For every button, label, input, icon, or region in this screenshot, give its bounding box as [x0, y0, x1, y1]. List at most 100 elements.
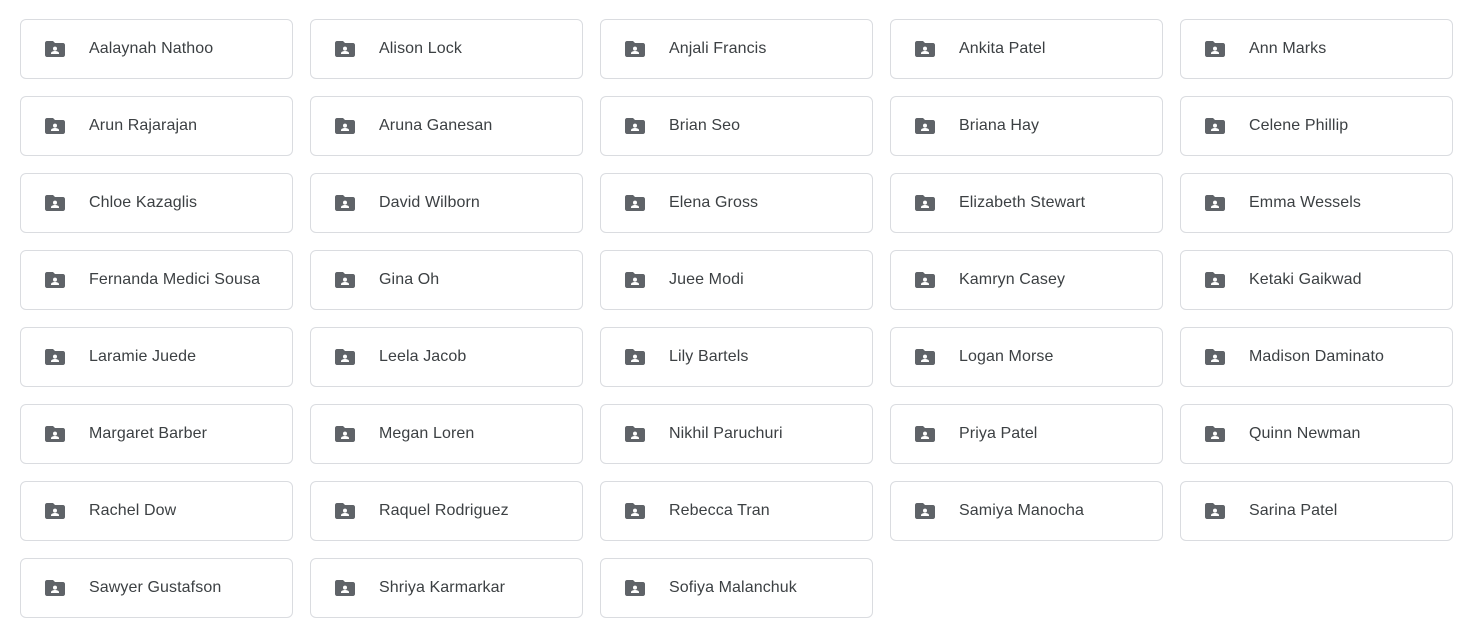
folder-name: Leela Jacob: [379, 348, 467, 365]
folder-card[interactable]: Kamryn Casey: [890, 250, 1163, 310]
folder-card[interactable]: Emma Wessels: [1180, 173, 1453, 233]
folder-name: Gina Oh: [379, 271, 440, 288]
shared-folder-icon: [623, 37, 647, 61]
folder-card[interactable]: Elena Gross: [600, 173, 873, 233]
folder-name: Kamryn Casey: [959, 271, 1066, 288]
folder-name: Aruna Ganesan: [379, 117, 493, 134]
folder-name: Megan Loren: [379, 425, 475, 442]
folder-card[interactable]: Rachel Dow: [20, 481, 293, 541]
folder-card[interactable]: Sawyer Gustafson: [20, 558, 293, 618]
shared-folder-icon: [1203, 422, 1227, 446]
folder-card[interactable]: Aalaynah Nathoo: [20, 19, 293, 79]
folder-name: Fernanda Medici Sousa: [89, 271, 261, 288]
folder-card[interactable]: Megan Loren: [310, 404, 583, 464]
folder-name: Ankita Patel: [959, 40, 1046, 57]
folder-card[interactable]: Brian Seo: [600, 96, 873, 156]
folder-card[interactable]: Briana Hay: [890, 96, 1163, 156]
shared-folder-icon: [1203, 268, 1227, 292]
folder-name: Priya Patel: [959, 425, 1038, 442]
shared-folder-icon: [913, 191, 937, 215]
folder-card[interactable]: Shriya Karmarkar: [310, 558, 583, 618]
shared-folder-icon: [623, 191, 647, 215]
folder-name: Anjali Francis: [669, 40, 767, 57]
folder-name: Lily Bartels: [669, 348, 749, 365]
folder-name: Sawyer Gustafson: [89, 579, 222, 596]
shared-folder-icon: [913, 422, 937, 446]
folder-name: Laramie Juede: [89, 348, 197, 365]
folder-name: Madison Daminato: [1249, 348, 1384, 365]
folder-name: Rebecca Tran: [669, 502, 770, 519]
folder-name: Arun Rajarajan: [89, 117, 198, 134]
folder-card[interactable]: Ketaki Gaikwad: [1180, 250, 1453, 310]
folder-card[interactable]: Sofiya Malanchuk: [600, 558, 873, 618]
shared-folder-icon: [623, 576, 647, 600]
folder-card[interactable]: Elizabeth Stewart: [890, 173, 1163, 233]
shared-folder-icon: [913, 37, 937, 61]
folder-name: Quinn Newman: [1249, 425, 1361, 442]
folder-card[interactable]: Ann Marks: [1180, 19, 1453, 79]
shared-folder-icon: [43, 268, 67, 292]
folder-card[interactable]: Gina Oh: [310, 250, 583, 310]
folder-card[interactable]: Samiya Manocha: [890, 481, 1163, 541]
shared-folder-icon: [43, 499, 67, 523]
shared-folder-icon: [623, 114, 647, 138]
folder-name: Ann Marks: [1249, 40, 1327, 57]
shared-folder-icon: [1203, 499, 1227, 523]
shared-folder-icon: [43, 191, 67, 215]
folder-name: Aalaynah Nathoo: [89, 40, 214, 57]
folder-card[interactable]: Lily Bartels: [600, 327, 873, 387]
folder-name: Shriya Karmarkar: [379, 579, 506, 596]
folder-card[interactable]: Chloe Kazaglis: [20, 173, 293, 233]
shared-folder-icon: [333, 422, 357, 446]
shared-folder-icon: [1203, 37, 1227, 61]
folder-card[interactable]: Raquel Rodriguez: [310, 481, 583, 541]
shared-folder-icon: [333, 268, 357, 292]
folder-card[interactable]: Arun Rajarajan: [20, 96, 293, 156]
shared-folder-icon: [913, 499, 937, 523]
shared-folder-icon: [1203, 114, 1227, 138]
shared-folder-icon: [913, 114, 937, 138]
shared-folder-icon: [333, 114, 357, 138]
shared-folder-icon: [913, 268, 937, 292]
folder-name: Nikhil Paruchuri: [669, 425, 783, 442]
folder-name: Emma Wessels: [1249, 194, 1362, 211]
folder-name: Sofiya Malanchuk: [669, 579, 797, 596]
folder-card[interactable]: Sarina Patel: [1180, 481, 1453, 541]
folder-name: Elena Gross: [669, 194, 759, 211]
folder-card[interactable]: Nikhil Paruchuri: [600, 404, 873, 464]
shared-folder-icon: [333, 191, 357, 215]
shared-folder-icon: [43, 114, 67, 138]
folder-card[interactable]: Logan Morse: [890, 327, 1163, 387]
folder-card[interactable]: Laramie Juede: [20, 327, 293, 387]
folder-name: Juee Modi: [669, 271, 744, 288]
folder-card[interactable]: Ankita Patel: [890, 19, 1163, 79]
folder-card[interactable]: Margaret Barber: [20, 404, 293, 464]
folder-card[interactable]: Aruna Ganesan: [310, 96, 583, 156]
folder-card[interactable]: Quinn Newman: [1180, 404, 1453, 464]
shared-folder-icon: [333, 37, 357, 61]
folder-card[interactable]: Anjali Francis: [600, 19, 873, 79]
folder-name: Chloe Kazaglis: [89, 194, 198, 211]
shared-folder-icon: [43, 37, 67, 61]
folder-card[interactable]: Juee Modi: [600, 250, 873, 310]
folder-card[interactable]: Rebecca Tran: [600, 481, 873, 541]
shared-folder-icon: [623, 268, 647, 292]
shared-folder-icon: [623, 422, 647, 446]
folder-card[interactable]: Celene Phillip: [1180, 96, 1453, 156]
folder-name: Briana Hay: [959, 117, 1040, 134]
folder-card[interactable]: Priya Patel: [890, 404, 1163, 464]
folder-name: Rachel Dow: [89, 502, 177, 519]
folder-name: Celene Phillip: [1249, 117, 1349, 134]
folder-name: David Wilborn: [379, 194, 480, 211]
folder-name: Brian Seo: [669, 117, 741, 134]
folder-card[interactable]: David Wilborn: [310, 173, 583, 233]
folder-card[interactable]: Fernanda Medici Sousa: [20, 250, 293, 310]
shared-folder-icon: [43, 422, 67, 446]
shared-folder-icon: [913, 345, 937, 369]
folder-grid: Aalaynah Nathoo Alison Lock Anjali Franc…: [20, 19, 1453, 618]
folder-card[interactable]: Madison Daminato: [1180, 327, 1453, 387]
folder-card[interactable]: Alison Lock: [310, 19, 583, 79]
shared-folder-icon: [1203, 345, 1227, 369]
folder-card[interactable]: Leela Jacob: [310, 327, 583, 387]
shared-folder-icon: [333, 499, 357, 523]
